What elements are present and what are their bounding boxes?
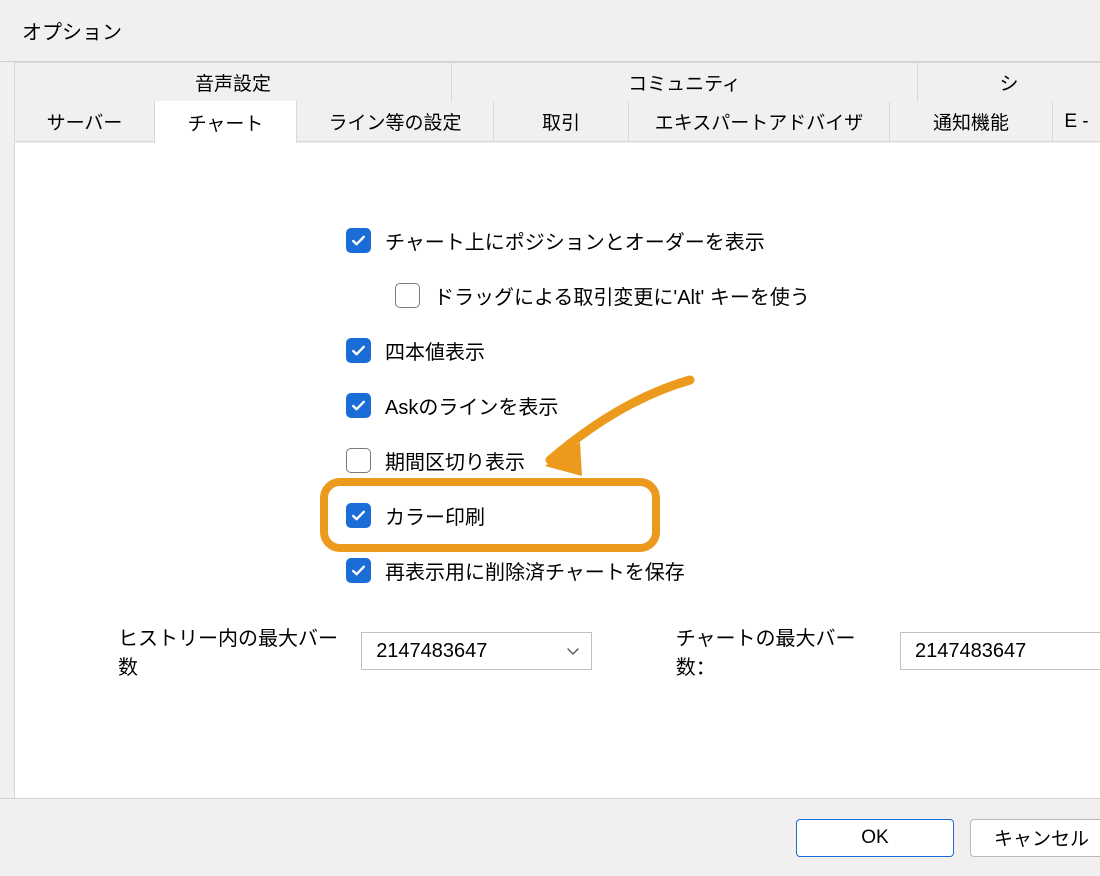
option-period-separator[interactable]: 期間区切り表示 — [346, 433, 810, 488]
tab-community-label: コミュニティ — [628, 69, 741, 96]
checkbox-show-positions[interactable] — [346, 228, 371, 253]
tab-notifications[interactable]: 通知機能 — [890, 102, 1053, 141]
tab-server-label: サーバー — [47, 108, 123, 135]
option-period-separator-label: 期間区切り表示 — [385, 446, 525, 475]
option-show-positions[interactable]: チャート上にポジションとオーダーを表示 — [346, 213, 810, 268]
tab-chart-label: チャート — [188, 109, 264, 136]
option-show-ask-label: Askのラインを表示 — [385, 391, 558, 420]
option-save-deleted-charts[interactable]: 再表示用に削除済チャートを保存 — [346, 543, 810, 598]
bars-row: ヒストリー内の最大バー数 2147483647 チャートの最大バー数： — [118, 622, 1100, 680]
tab-ea-label: エキスパートアドバイザ — [655, 108, 863, 135]
tab-audio-label: 音声設定 — [195, 69, 271, 96]
tab-trade-label: 取引 — [542, 108, 580, 135]
tab-notif-label: 通知機能 — [933, 108, 1009, 135]
tab-line-settings[interactable]: ライン等の設定 — [297, 102, 494, 141]
checkmark-icon — [350, 562, 367, 579]
option-alt-drag-label: ドラッグによる取引変更に'Alt' キーを使う — [434, 281, 810, 310]
tab-audio[interactable]: 音声設定 — [15, 63, 452, 102]
option-color-print[interactable]: カラー印刷 — [346, 488, 810, 543]
tab-community[interactable]: コミュニティ — [452, 63, 918, 102]
tab-server[interactable]: サーバー — [15, 102, 155, 141]
checkbox-period-separator[interactable] — [346, 448, 371, 473]
chart-bars-input[interactable] — [900, 632, 1100, 670]
tab-trade[interactable]: 取引 — [494, 102, 629, 141]
checkmark-icon — [350, 232, 367, 249]
dialog-footer: OK キャンセル — [0, 798, 1100, 876]
option-show-positions-label: チャート上にポジションとオーダーを表示 — [385, 226, 765, 255]
tab-expert-advisor[interactable]: エキスパートアドバイザ — [629, 102, 890, 141]
tab-signal[interactable]: シ — [918, 63, 1100, 102]
checkbox-alt-drag[interactable] — [395, 283, 420, 308]
option-show-ask[interactable]: Askのラインを表示 — [346, 378, 810, 433]
tab-email-label: E - — [1064, 111, 1088, 133]
checkmark-icon — [350, 397, 367, 414]
checkbox-four-values[interactable] — [346, 338, 371, 363]
ok-button-label: OK — [861, 827, 888, 849]
option-four-values-label: 四本値表示 — [385, 336, 485, 365]
checkbox-color-print[interactable] — [346, 503, 371, 528]
window-title: オプション — [22, 16, 122, 45]
option-save-deleted-charts-label: 再表示用に削除済チャートを保存 — [385, 556, 685, 585]
tab-chart[interactable]: チャート — [154, 101, 297, 143]
history-bars-combo[interactable]: 2147483647 — [361, 632, 592, 670]
checkbox-show-ask[interactable] — [346, 393, 371, 418]
chevron-down-icon — [565, 643, 581, 659]
tab-signal-label: シ — [999, 69, 1018, 96]
checkmark-icon — [350, 342, 367, 359]
tab-email[interactable]: E - — [1053, 102, 1100, 141]
ok-button[interactable]: OK — [796, 819, 954, 857]
tab-line-label: ライン等の設定 — [328, 108, 461, 135]
tab-row-top: 音声設定 コミュニティ シ — [14, 62, 1100, 102]
checkbox-save-deleted-charts[interactable] — [346, 558, 371, 583]
tab-row-bottom: サーバー チャート ライン等の設定 取引 エキスパートアドバイザ 通知機能 E … — [14, 102, 1100, 142]
cancel-button[interactable]: キャンセル — [970, 819, 1100, 857]
option-color-print-label: カラー印刷 — [385, 501, 485, 530]
option-alt-drag[interactable]: ドラッグによる取引変更に'Alt' キーを使う — [395, 268, 810, 323]
history-bars-label: ヒストリー内の最大バー数 — [118, 622, 343, 680]
cancel-button-label: キャンセル — [994, 824, 1089, 851]
history-bars-value: 2147483647 — [376, 640, 487, 663]
chart-bars-label: チャートの最大バー数： — [676, 622, 882, 680]
option-four-values[interactable]: 四本値表示 — [346, 323, 810, 378]
checkmark-icon — [350, 507, 367, 524]
options-dialog: オプション 音声設定 コミュニティ シ サーバー チャート ライン等の設定 取引… — [0, 0, 1100, 876]
titlebar: オプション — [0, 0, 1100, 62]
options-list: チャート上にポジションとオーダーを表示 ドラッグによる取引変更に'Alt' キー… — [346, 213, 810, 598]
